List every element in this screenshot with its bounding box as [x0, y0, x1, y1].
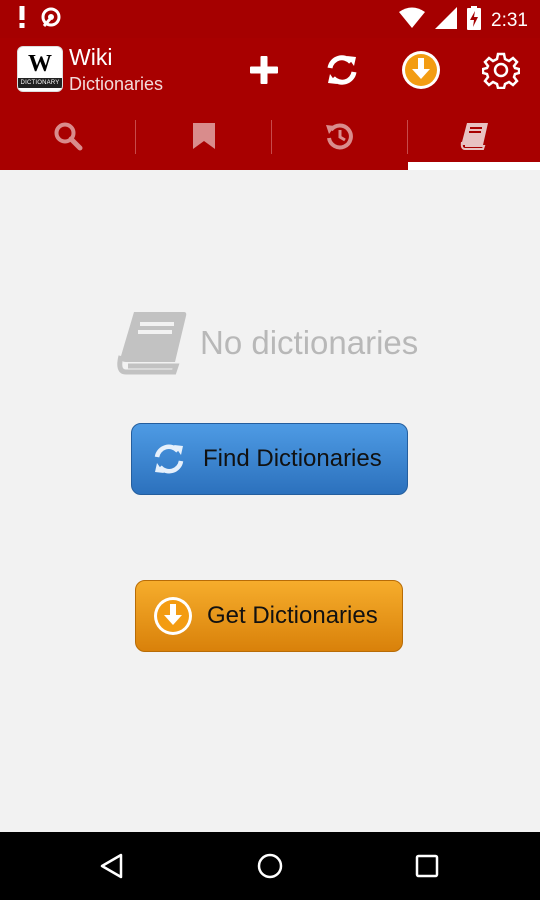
book-icon: [460, 123, 488, 150]
settings-button[interactable]: [479, 48, 523, 92]
app-logo: W DICTIONARY: [17, 46, 63, 92]
get-dictionaries-label: Get Dictionaries: [207, 602, 378, 629]
app-subtitle: Dictionaries: [69, 74, 164, 94]
bookmark-icon: [192, 123, 215, 149]
tab-search[interactable]: [0, 102, 135, 170]
refresh-button[interactable]: [320, 48, 364, 92]
tab-dictionaries[interactable]: [407, 102, 540, 170]
download-button[interactable]: [399, 48, 443, 92]
gear-icon: [482, 52, 520, 89]
recents-button[interactable]: [407, 846, 447, 886]
book-icon: [117, 312, 187, 375]
plus-icon: [250, 56, 278, 84]
refresh-icon: [327, 55, 357, 85]
system-nav-bar: [0, 832, 540, 900]
app-bar: W DICTIONARY Wiki Dictionaries: [0, 38, 540, 102]
status-bar: 2:31: [0, 0, 540, 38]
empty-message: No dictionaries: [200, 324, 419, 361]
refresh-icon: [149, 439, 189, 479]
find-dictionaries-button[interactable]: Find Dictionaries: [131, 423, 408, 495]
tab-bar: [0, 102, 540, 170]
tab-bookmarks[interactable]: [136, 102, 271, 170]
battery-charging-icon: [467, 6, 482, 35]
home-button[interactable]: [250, 846, 290, 886]
download-icon: [153, 596, 193, 636]
signal-icon: [435, 7, 458, 34]
tab-history[interactable]: [272, 102, 407, 170]
app-logo-strip: DICTIONARY: [18, 78, 62, 88]
tab-selected-indicator: [408, 162, 540, 170]
app-logo-letter: W: [28, 51, 52, 77]
back-icon: [100, 853, 123, 879]
back-button[interactable]: [92, 846, 132, 886]
app-title: Wiki: [69, 44, 113, 70]
find-dictionaries-label: Find Dictionaries: [203, 445, 382, 472]
add-button[interactable]: [242, 48, 286, 92]
notification-alert-icon: [18, 6, 26, 33]
history-icon: [325, 123, 353, 150]
home-icon: [257, 853, 283, 879]
download-icon: [402, 51, 440, 89]
get-dictionaries-button[interactable]: Get Dictionaries: [135, 580, 403, 652]
status-time: 2:31: [491, 9, 528, 31]
empty-state: No dictionaries: [116, 310, 418, 376]
debug-icon: [40, 6, 62, 33]
recents-icon: [415, 854, 439, 878]
wifi-icon: [399, 7, 426, 34]
search-icon: [54, 122, 82, 151]
dictionaries-panel: No dictionaries Find Dictionaries Get Di…: [0, 170, 540, 832]
